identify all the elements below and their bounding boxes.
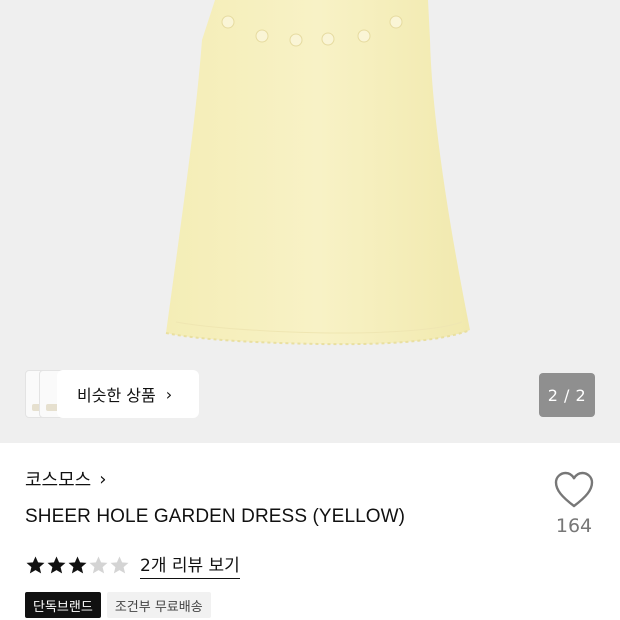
similar-products-label: 비슷한 상품: [77, 386, 156, 405]
star-filled-icon: [47, 556, 66, 573]
heart-icon: [554, 471, 594, 508]
star-empty-icon: [110, 556, 129, 573]
exclusive-brand-tag: 단독브랜드: [25, 592, 101, 618]
brand-link[interactable]: 코스모스 ›: [25, 466, 106, 492]
product-title: SHEER HOLE GARDEN DRESS (YELLOW): [25, 506, 406, 527]
like-count: 164: [555, 515, 593, 537]
rating-row: 2개 리뷰 보기: [25, 551, 240, 579]
star-rating: [25, 555, 130, 576]
star-empty-icon: [89, 556, 108, 573]
star-filled-icon: [68, 556, 87, 573]
review-link[interactable]: 2개 리뷰 보기: [140, 551, 240, 579]
brand-name: 코스모스: [25, 470, 92, 491]
product-tags: 단독브랜드 조건부 무료배송: [25, 592, 211, 618]
similar-products-pill[interactable]: 비슷한 상품 ›: [57, 370, 199, 418]
product-image-gallery[interactable]: 비슷한 상품 › 2 / 2: [0, 0, 620, 443]
like-button[interactable]: [552, 470, 596, 510]
chevron-right-icon: ›: [99, 468, 107, 490]
chevron-right-icon: ›: [165, 384, 173, 404]
image-page-indicator: 2 / 2: [539, 373, 595, 417]
similar-products-button[interactable]: 비슷한 상품 ›: [25, 370, 199, 418]
star-filled-icon: [26, 556, 45, 573]
free-shipping-tag: 조건부 무료배송: [106, 592, 211, 618]
